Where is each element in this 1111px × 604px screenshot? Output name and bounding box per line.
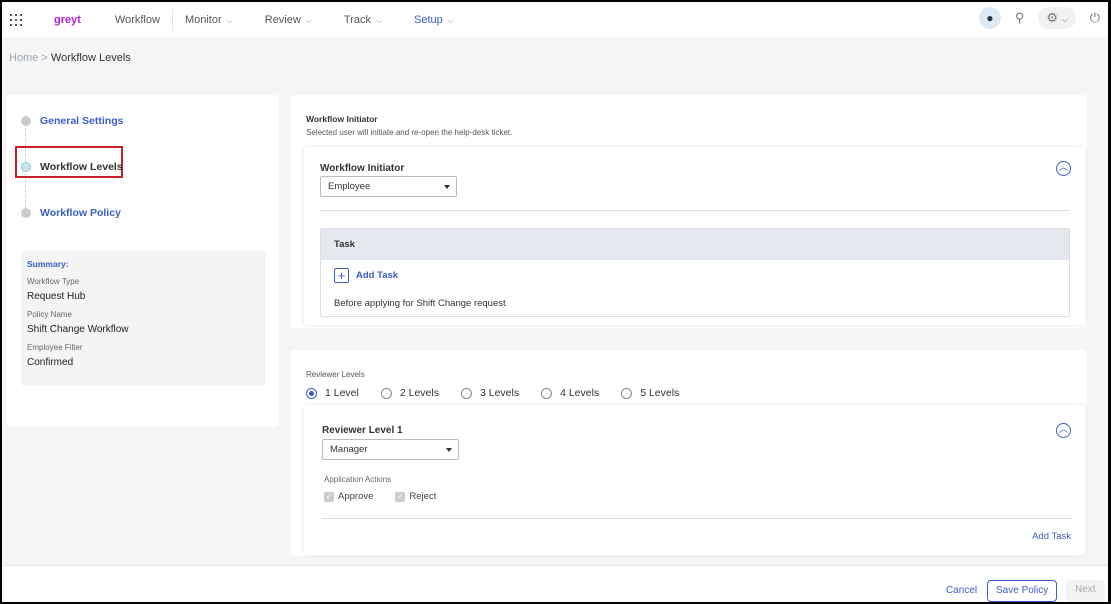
task-item: Before applying for Shift Change request xyxy=(334,298,506,309)
next-button[interactable]: Next xyxy=(1066,580,1105,602)
breadcrumb: Home > Workflow Levels xyxy=(9,52,131,64)
add-task-button[interactable]: + Add Task xyxy=(334,268,398,283)
radio-icon xyxy=(541,387,553,399)
add-task-link[interactable]: Add Task xyxy=(1032,531,1071,542)
summary-box: Summary: Workflow Type Request Hub Polic… xyxy=(21,251,266,386)
breadcrumb-sep: > xyxy=(41,52,48,64)
chevron-down-icon: ⌵ xyxy=(375,15,383,25)
approve-checkbox[interactable]: ✓ Approve xyxy=(324,491,373,502)
field-label: Reviewer Level 1 xyxy=(322,425,403,436)
step-dot xyxy=(21,116,31,126)
summary-label: Employee Filter xyxy=(27,343,83,352)
plus-icon: + xyxy=(334,268,349,283)
step-workflow-levels[interactable]: Workflow Levels xyxy=(21,161,123,173)
section-subtitle: Selected user will initiate and re-open … xyxy=(306,128,513,137)
nav-workflow[interactable]: Workflow xyxy=(115,14,160,26)
nav-track[interactable]: Track ⌵ xyxy=(344,14,398,26)
initiator-card: Workflow Initiator Selected user will in… xyxy=(290,95,1087,328)
radio-5-levels[interactable]: 5 Levels xyxy=(621,387,679,399)
cancel-button[interactable]: Cancel xyxy=(938,581,985,602)
radio-icon xyxy=(460,387,472,399)
divider xyxy=(320,210,1070,211)
step-dot xyxy=(21,208,31,218)
step-workflow-policy[interactable]: Workflow Policy xyxy=(21,207,121,219)
steps-panel: General Settings Workflow Levels Workflo… xyxy=(7,95,279,427)
logo[interactable]: greyt xyxy=(54,14,81,26)
step-label: General Settings xyxy=(40,115,124,127)
reviewer-level-panel: Reviewer Level 1 Manager ︿ Application A… xyxy=(304,405,1085,555)
reviewer-select[interactable]: Manager xyxy=(322,439,459,460)
field-label: Workflow Initiator xyxy=(320,163,405,174)
summary-label: Policy Name xyxy=(27,310,72,319)
section-title: Workflow Initiator xyxy=(306,114,378,124)
step-dot xyxy=(21,162,31,172)
chevron-down-icon: ⌵ xyxy=(226,15,233,25)
summary-value: Shift Change Workflow xyxy=(27,324,129,335)
power-icon[interactable]: ⏻ xyxy=(1090,10,1100,26)
summary-value: Request Hub xyxy=(27,291,86,302)
initiator-panel: Workflow Initiator Employee ︿ Task + Add … xyxy=(304,147,1085,325)
check-icon: ✓ xyxy=(324,491,334,502)
reviewer-levels-radio-group: 1 Level 2 Levels 3 Levels 4 Levels 5 Lev… xyxy=(306,387,701,399)
collapse-icon[interactable]: ︿ xyxy=(1056,161,1071,176)
step-label: Workflow Policy xyxy=(40,207,121,219)
nav-divider xyxy=(171,8,173,31)
step-label: Workflow Levels xyxy=(40,161,123,173)
divider xyxy=(322,518,1072,519)
save-policy-button[interactable]: Save Policy xyxy=(987,580,1058,602)
top-nav: greyt Workflow Monitor ⌵ Review ⌵ Track ⌵ S… xyxy=(2,2,1108,37)
reviewer-card: Reviewer Levels 1 Level 2 Levels 3 Level… xyxy=(290,350,1087,556)
summary-label: Workflow Type xyxy=(27,277,80,286)
apps-grid-icon[interactable] xyxy=(10,13,22,26)
chevron-down-icon: ⌵ xyxy=(447,15,454,25)
step-general-settings[interactable]: General Settings xyxy=(21,115,123,127)
reject-checkbox[interactable]: ✓ Reject xyxy=(395,491,436,502)
radio-4-levels[interactable]: 4 Levels xyxy=(541,387,599,399)
section-title: Reviewer Levels xyxy=(306,370,365,379)
gear-icon[interactable]: ⚙ ⌵ xyxy=(1038,7,1076,29)
avatar[interactable]: ● xyxy=(978,7,1001,29)
radio-icon xyxy=(380,387,392,399)
task-table: Task + Add Task Before applying for Shift… xyxy=(320,228,1070,317)
radio-icon xyxy=(621,387,633,399)
nav-setup[interactable]: Setup ⌵ xyxy=(414,14,470,26)
summary-title: Summary: xyxy=(27,259,69,269)
collapse-icon[interactable]: ︿ xyxy=(1056,423,1071,438)
search-icon[interactable]: ⚲ xyxy=(1015,10,1025,26)
breadcrumb-home[interactable]: Home xyxy=(9,52,38,64)
summary-value: Confirmed xyxy=(27,357,74,368)
chevron-down-icon: ⌵ xyxy=(305,15,312,25)
nav-review[interactable]: Review ⌵ xyxy=(265,14,328,26)
initiator-select[interactable]: Employee xyxy=(320,176,457,197)
actions-label: Application Actions xyxy=(324,475,392,484)
radio-2-levels[interactable]: 2 Levels xyxy=(380,387,439,399)
footer-bar: Cancel Save Policy Next xyxy=(2,565,1108,602)
radio-3-levels[interactable]: 3 Levels xyxy=(460,387,519,399)
radio-icon xyxy=(306,387,317,399)
nav-monitor[interactable]: Monitor ⌵ xyxy=(185,14,249,26)
task-header: Task xyxy=(321,229,1069,260)
breadcrumb-current: Workflow Levels xyxy=(50,52,131,64)
radio-1-level[interactable]: 1 Level xyxy=(306,387,359,399)
check-icon: ✓ xyxy=(395,491,406,502)
